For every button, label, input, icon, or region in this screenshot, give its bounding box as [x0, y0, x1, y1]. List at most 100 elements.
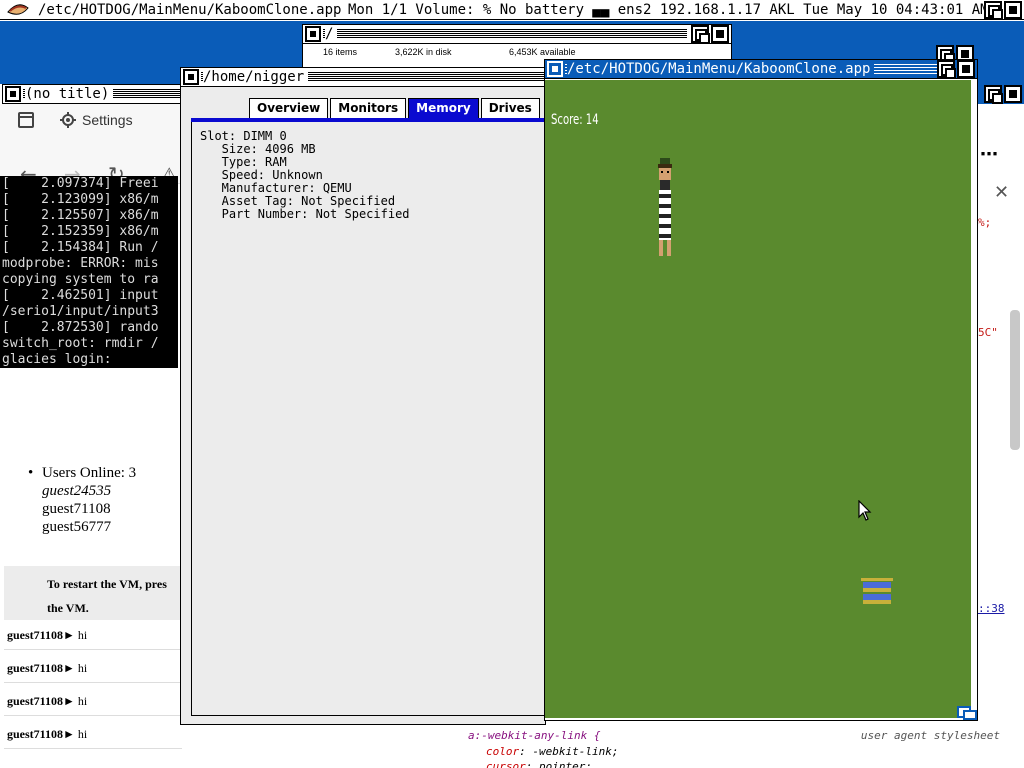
chat-text: hi: [77, 694, 88, 708]
hotdog-icon[interactable]: [6, 2, 30, 18]
chat-message: guest71108► hi: [4, 686, 182, 716]
user-agent-label: user agent stylesheet: [860, 729, 1000, 742]
vm-console[interactable]: [ 2.097374] Freei[ 2.123099] x86/m[ 2.12…: [0, 176, 178, 368]
restart-notice-line: the VM.: [47, 601, 89, 615]
console-line: [ 2.872530] rando: [2, 320, 159, 335]
css-property-value: pointer;: [539, 760, 592, 768]
tab-memory[interactable]: Memory: [408, 98, 479, 118]
css-property-value: -webkit-link;: [532, 745, 619, 758]
devtools-panel: ⋯ ✕ %; 5C" ::38: [976, 104, 1024, 768]
console-line: [ 2.154384] Run /: [2, 240, 159, 255]
users-online-list: Users Online: 3 guest24535 guest71108 gu…: [28, 464, 136, 536]
console-line: modprobe: ERROR: mis: [2, 256, 159, 271]
mouse-cursor-icon: [858, 500, 872, 521]
background-window-titlebar[interactable]: [978, 84, 1024, 104]
memory-panel: Slot: DIMM 0 Size: 4096 MB Type: RAM Spe…: [191, 122, 545, 716]
code-fragment: %;: [978, 216, 992, 229]
status-area: Mon 1/1 Volume: % No battery ▄▄ ens2 192…: [348, 2, 989, 18]
user-item[interactable]: guest24535: [42, 482, 136, 500]
tab-drives[interactable]: Drives: [480, 98, 540, 118]
close-box[interactable]: [183, 69, 199, 85]
tab-overview[interactable]: Overview: [249, 98, 329, 118]
scrollbar[interactable]: [1010, 204, 1020, 464]
kaboom-window-titlebar[interactable]: /etc/HOTDOG/MainMenu/KaboomClone.app: [544, 59, 978, 79]
water-buckets-sprite[interactable]: [859, 578, 895, 606]
menu-bar: /etc/HOTDOG/MainMenu/KaboomClone.app Mon…: [0, 0, 1024, 20]
file-window-title: /: [325, 25, 338, 43]
resize-handle-icon[interactable]: [957, 706, 977, 720]
chat-message: guest71108► hi: [4, 620, 182, 650]
minimize-button[interactable]: [957, 60, 975, 78]
scrollbar-thumb[interactable]: [1010, 310, 1020, 450]
restart-notice-line: To restart the VM, pres: [47, 577, 167, 591]
user-item[interactable]: guest71108: [42, 500, 136, 518]
close-box[interactable]: [547, 61, 563, 77]
hardware-info-window: /home/nigger Overview Monitors Memory Dr…: [180, 67, 546, 725]
console-line: copying system to ra: [2, 272, 159, 287]
chat-message: guest71108► hi: [4, 653, 182, 683]
styles-pane: a:-webkit-any-link { user agent styleshe…: [460, 724, 1024, 768]
chat-text: hi: [77, 727, 88, 741]
titlebar-stripes: [323, 29, 687, 39]
close-box[interactable]: [305, 26, 321, 42]
source-link[interactable]: ::38: [978, 602, 1005, 615]
restart-notice: To restart the VM, pres the VM.: [4, 566, 182, 620]
minimize-button[interactable]: [711, 25, 729, 43]
browser-toolbar: Settings ← → ↻ ⚠: [0, 104, 182, 184]
console-line: [ 2.152359] x86/m: [2, 224, 159, 239]
user-item[interactable]: guest56777: [42, 518, 136, 536]
browser-window-title: (no title): [25, 85, 114, 103]
close-icon[interactable]: ✕: [994, 182, 1009, 203]
browser-titlebar[interactable]: (no title): [2, 84, 182, 104]
maximize-button[interactable]: [691, 25, 710, 43]
hw-window-title: /home/nigger: [203, 68, 309, 86]
css-property-name: cursor: [486, 760, 526, 768]
console-line: [ 2.097374] Freei: [2, 176, 159, 191]
tab-sidebar-icon[interactable]: [18, 112, 34, 128]
console-line: switch_root: rmdir /: [2, 336, 159, 351]
tab-settings[interactable]: Settings: [60, 112, 133, 128]
kaboom-window: /etc/HOTDOG/MainMenu/KaboomClone.app Sco…: [544, 59, 978, 721]
chat-user: guest71108: [7, 727, 64, 741]
mad-bomber-sprite: [658, 158, 672, 256]
console-line: /serio1/input/input3: [2, 304, 159, 319]
tab-settings-label: Settings: [82, 112, 133, 128]
browser-window: (no title) Settings ← → ↻ ⚠ [ 2.097374] …: [0, 84, 182, 768]
file-window-titlebar[interactable]: /: [302, 24, 732, 44]
tab-monitors[interactable]: Monitors: [330, 98, 407, 118]
css-selector: a:-webkit-any-link {: [468, 729, 601, 742]
memory-info-text: Slot: DIMM 0 Size: 4096 MB Type: RAM Spe…: [200, 129, 410, 221]
maximize-button[interactable]: [937, 60, 956, 78]
score-label: Score: 14: [551, 112, 599, 128]
disk-available: 6,453K available: [509, 47, 576, 57]
maximize-button[interactable]: [984, 1, 1003, 19]
hw-window-titlebar[interactable]: /home/nigger: [180, 67, 546, 87]
hw-tab-bar: Overview Monitors Memory Drives: [249, 98, 540, 118]
chat-user: guest71108: [7, 661, 64, 675]
console-line: [ 2.462501] input: [2, 288, 159, 303]
code-fragment: 5C": [978, 326, 998, 339]
chat-message: guest71108► hi: [4, 719, 182, 749]
active-app-title: /etc/HOTDOG/MainMenu/KaboomClone.app: [38, 2, 342, 18]
console-line: glacies login:: [2, 352, 112, 367]
game-field[interactable]: Score: 14: [545, 80, 971, 718]
css-property: cursor: pointer;: [486, 759, 592, 768]
css-property-name: color: [486, 745, 520, 758]
chat-user: guest71108: [7, 694, 64, 708]
css-property: color: -webkit-link;: [486, 745, 619, 758]
maximize-button[interactable]: [984, 85, 1003, 104]
kaboom-window-title: /etc/HOTDOG/MainMenu/KaboomClone.app: [567, 60, 875, 78]
console-line: [ 2.123099] x86/m: [2, 192, 159, 207]
chat-text: hi: [77, 628, 88, 642]
minimize-button[interactable]: [1004, 1, 1022, 19]
item-count: 16 items: [323, 47, 358, 57]
chat-text: hi: [77, 661, 88, 675]
disk-usage: 3,622K in disk: [395, 47, 452, 57]
minimize-button[interactable]: [1004, 85, 1022, 103]
users-online-header: Users Online: 3: [28, 464, 136, 482]
gear-icon: [60, 112, 76, 128]
more-options-icon[interactable]: ⋯: [980, 144, 998, 165]
console-line: [ 2.125507] x86/m: [2, 208, 159, 223]
close-box[interactable]: [5, 86, 21, 102]
chat-user: guest71108: [7, 628, 64, 642]
